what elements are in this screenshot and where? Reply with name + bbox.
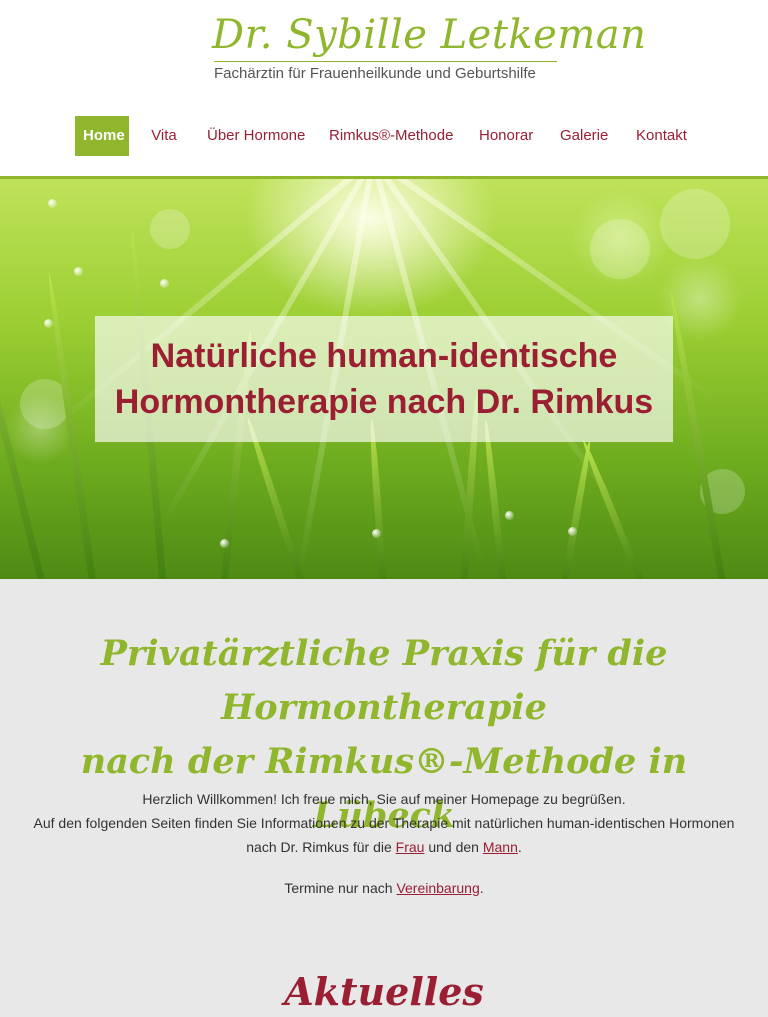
hero-title-line-2: Hormontherapie nach Dr. Rimkus <box>114 383 654 421</box>
dew-drop <box>74 267 83 276</box>
dew-drop <box>505 511 514 520</box>
hero-banner: Natürliche human-identische Hormontherap… <box>0 179 768 579</box>
hero-title-line-1: Natürliche human-identische <box>150 337 618 375</box>
site-header: Dr. Sybille Letkeman Fachärztin für Frau… <box>0 0 768 176</box>
page-heading-line-1: Privatärztliche Praxis für die <box>100 633 668 674</box>
appointment-label: Termine nur nach <box>284 880 397 896</box>
logo-name: Dr. Sybille Letkeman <box>212 12 647 58</box>
nav-item-ueber-hormone[interactable]: Über Hormone <box>207 116 305 156</box>
info-text: Auf den folgenden Seiten finden Sie Info… <box>30 811 738 859</box>
logo-subtitle: Fachärztin für Frauenheilkunde und Gebur… <box>214 65 536 82</box>
grass-blade <box>482 419 507 579</box>
logo-divider <box>214 61 557 62</box>
site-logo[interactable]: Dr. Sybille Letkeman Fachärztin für Frau… <box>212 10 647 90</box>
info-text-part: . <box>517 839 522 855</box>
grass-blade <box>560 440 593 579</box>
appointment-text: Termine nur nach Vereinbarung. <box>30 876 738 900</box>
main-content: Privatärztliche Praxis für die Hormonthe… <box>0 579 768 1014</box>
link-vereinbarung[interactable]: Vereinbarung <box>396 880 479 896</box>
news-heading: Aktuelles <box>284 969 484 1014</box>
intro-text: Herzlich Willkommen! Ich freue mich, Sie… <box>30 787 738 859</box>
nav-item-vita[interactable]: Vita <box>151 116 177 156</box>
bokeh-light <box>660 189 730 259</box>
main-navigation: Home Vita Über Hormone Rimkus®-Methode H… <box>0 116 768 156</box>
page-heading-line-2: Hormontherapie <box>221 687 547 728</box>
appointment-line: Termine nur nach Vereinbarung. <box>30 876 738 900</box>
grass-blade <box>368 419 387 579</box>
nav-item-rimkus-methode[interactable]: Rimkus®-Methode <box>329 116 453 156</box>
info-text-part: Auf den folgenden Seiten finden Sie Info… <box>33 815 735 855</box>
dew-drop <box>48 199 57 208</box>
nav-item-kontakt[interactable]: Kontakt <box>636 116 687 156</box>
grass-blade <box>580 439 647 579</box>
hero-title-box: Natürliche human-identische Hormontherap… <box>95 316 673 442</box>
hero-title: Natürliche human-identische Hormontherap… <box>95 333 673 425</box>
nav-item-home[interactable]: Home <box>75 116 129 156</box>
nav-item-galerie[interactable]: Galerie <box>560 116 608 156</box>
dew-drop <box>372 529 381 538</box>
dew-drop <box>220 539 229 548</box>
welcome-text: Herzlich Willkommen! Ich freue mich, Sie… <box>142 791 626 807</box>
info-text-part: und den <box>424 839 483 855</box>
appointment-end: . <box>479 880 484 896</box>
link-frau[interactable]: Frau <box>396 839 425 855</box>
dew-drop <box>44 319 53 328</box>
dew-drop <box>568 527 577 536</box>
grass-blade <box>667 292 727 579</box>
link-mann[interactable]: Mann <box>483 839 518 855</box>
dew-drop <box>160 279 169 288</box>
nav-item-honorar[interactable]: Honorar <box>479 116 533 156</box>
bokeh-light <box>590 219 650 279</box>
bokeh-light <box>150 209 190 249</box>
